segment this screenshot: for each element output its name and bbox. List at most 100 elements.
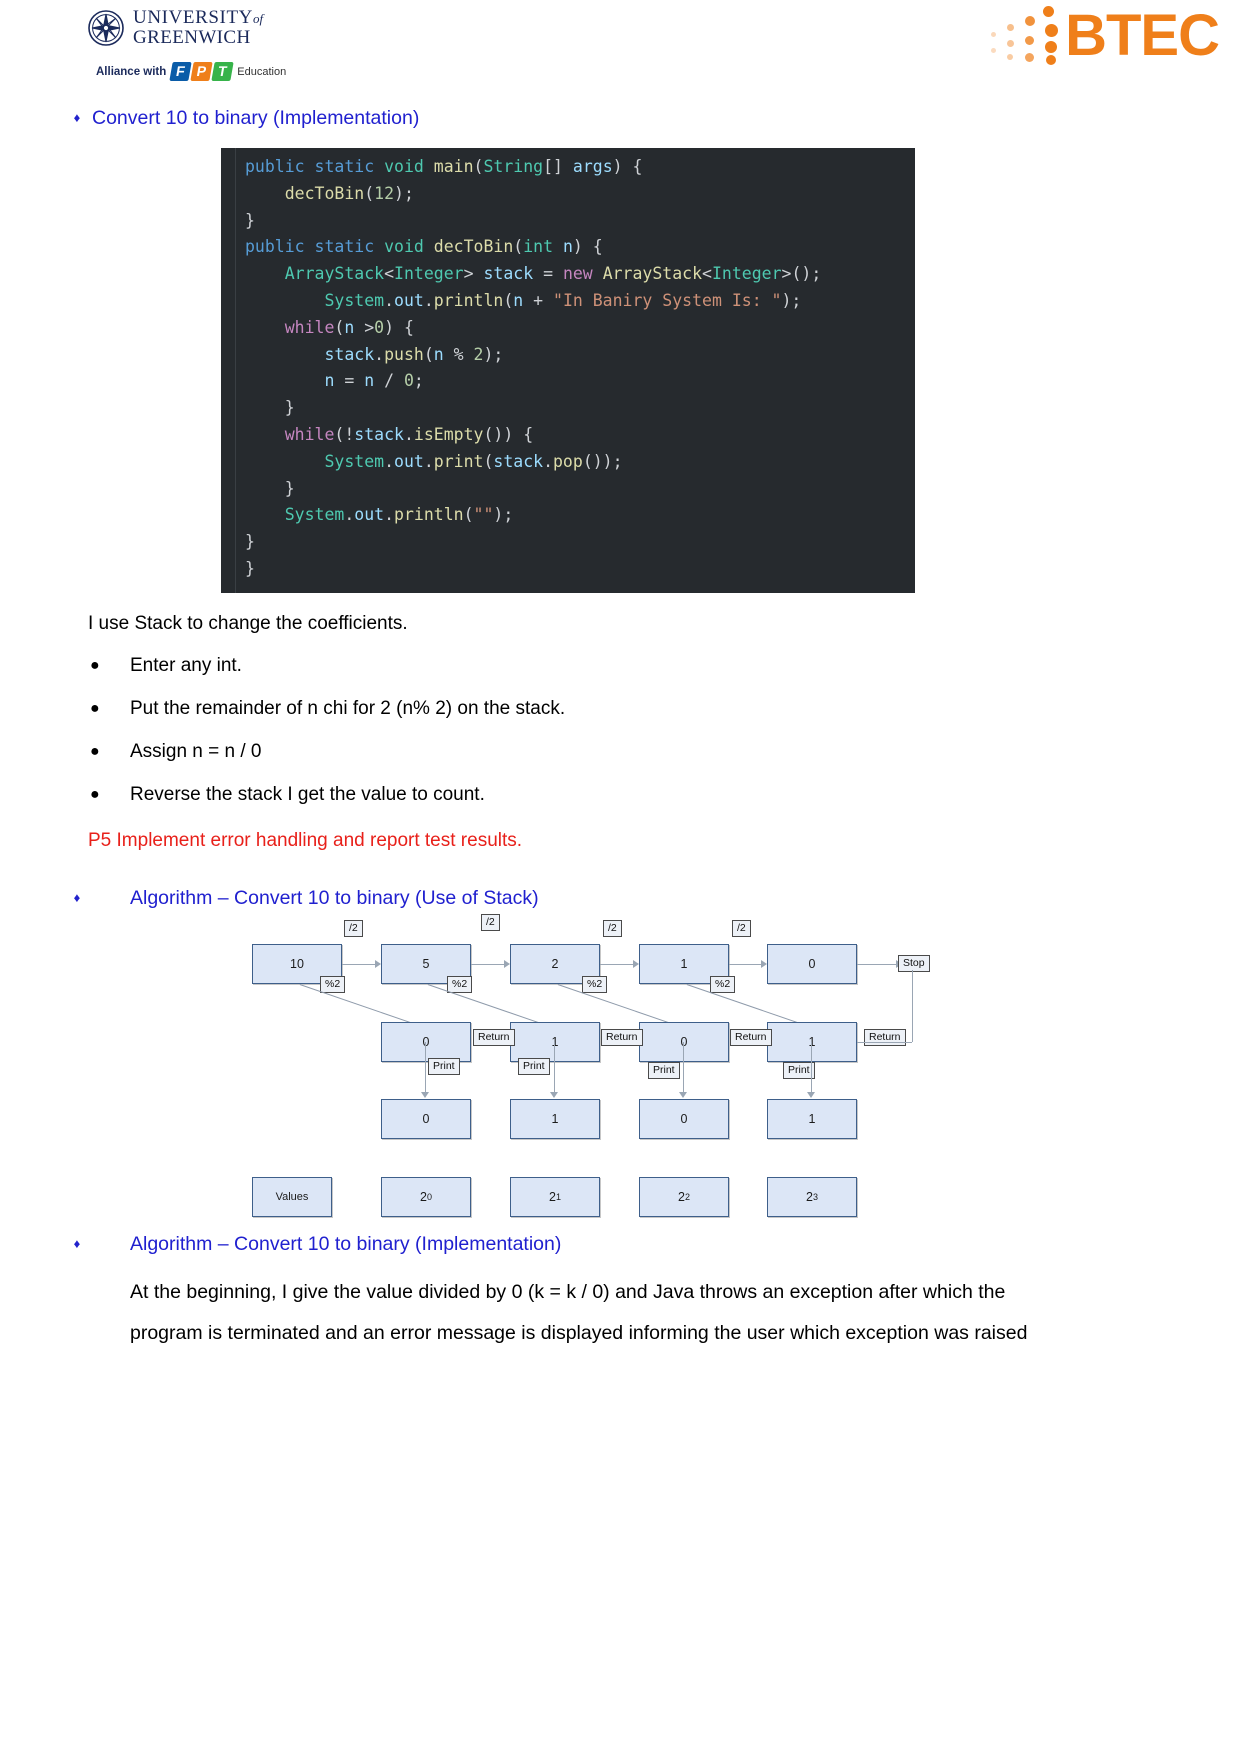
arrowhead-icon xyxy=(550,1091,558,1098)
arrow-print xyxy=(683,1041,684,1095)
university-of-greenwich-logo: UNIVERSITYof GREENWICH xyxy=(88,8,263,47)
btec-dots-icon xyxy=(981,4,1069,68)
remainder-node: 0 xyxy=(381,1021,471,1062)
arrow-print xyxy=(425,1041,426,1095)
power-base: 2 xyxy=(420,1189,427,1204)
divide-label: /2 xyxy=(481,913,500,931)
diamond-bullet-icon: ♦ xyxy=(73,110,81,125)
arrowhead-icon xyxy=(504,959,510,968)
arrow-return-vertical xyxy=(912,969,913,1042)
arrow-to-stop xyxy=(857,963,896,965)
divide-label: /2 xyxy=(344,919,363,937)
heading-algorithm-implementation: ♦ Algorithm – Convert 10 to binary (Impl… xyxy=(62,1232,1241,1256)
power-node: 21 xyxy=(510,1176,600,1217)
list-item: ● Put the remainder of n chi for 2 (n% 2… xyxy=(0,696,1241,722)
arrow-divide xyxy=(342,963,375,965)
heading-algorithm-implementation-label: Algorithm – Convert 10 to binary (Implem… xyxy=(130,1232,562,1255)
print-label: Print xyxy=(428,1057,460,1075)
printed-node: 0 xyxy=(639,1098,729,1139)
arrow-return xyxy=(892,1041,912,1043)
remainder-node: 0 xyxy=(639,1021,729,1062)
university-line2: GREENWICH xyxy=(133,27,251,48)
return-label: Return xyxy=(864,1028,906,1046)
power-exponent: 1 xyxy=(555,1191,561,1202)
power-exponent: 0 xyxy=(426,1191,432,1202)
list-item-label: Enter any int. xyxy=(130,654,242,676)
closing-paragraph: At the beginning, I give the value divid… xyxy=(130,1280,1028,1344)
btec-logo: BTEC xyxy=(981,3,1220,68)
intro-paragraph: I use Stack to change the coefficients. xyxy=(88,612,408,634)
round-bullet-icon: ● xyxy=(90,785,100,803)
diamond-bullet-icon: ♦ xyxy=(73,1235,81,1251)
arrowhead-icon xyxy=(679,1091,687,1098)
power-base: 2 xyxy=(678,1189,685,1204)
heading-convert-implementation-label: Convert 10 to binary (Implementation) xyxy=(92,107,420,129)
round-bullet-icon: ● xyxy=(90,742,100,760)
printed-node: 1 xyxy=(767,1098,857,1139)
arrow-divide xyxy=(471,963,504,965)
code-block: public static void main(String[] args) {… xyxy=(245,157,822,578)
diamond-bullet-icon: ♦ xyxy=(73,889,81,905)
heading-algorithm-stack-label: Algorithm – Convert 10 to binary (Use of… xyxy=(130,886,539,909)
university-of: of xyxy=(253,11,264,26)
fpt-mark: F P T xyxy=(169,62,234,81)
power-base: 2 xyxy=(549,1189,556,1204)
mod-label: %2 xyxy=(582,975,608,993)
code-gutter-rule xyxy=(235,148,236,593)
fpt-letter-t: T xyxy=(211,62,234,81)
fpt-letter-p: P xyxy=(190,62,213,81)
power-base: 2 xyxy=(806,1189,813,1204)
remainder-node: 1 xyxy=(510,1021,600,1062)
mod-label: %2 xyxy=(320,975,346,993)
btec-wordmark: BTEC xyxy=(1065,3,1220,68)
arrow-print xyxy=(811,1041,812,1095)
printed-node: 1 xyxy=(510,1098,600,1139)
return-label: Return xyxy=(601,1028,643,1046)
round-bullet-icon: ● xyxy=(90,699,100,717)
arrowhead-icon xyxy=(421,1091,429,1098)
print-label: Print xyxy=(518,1057,550,1075)
arrow-divide xyxy=(729,963,761,965)
document-page: UNIVERSITYof GREENWICH Alliance with F P… xyxy=(0,0,1241,1754)
arrow-return xyxy=(857,1041,892,1043)
divide-node: 0 xyxy=(767,943,857,984)
arrowhead-icon xyxy=(633,959,639,968)
list-item: ● Enter any int. xyxy=(0,653,1241,679)
divide-label: /2 xyxy=(732,919,751,937)
compass-rose-icon xyxy=(88,9,124,46)
heading-algorithm-stack: ♦ Algorithm – Convert 10 to binary (Use … xyxy=(62,886,1241,910)
arrow-print xyxy=(554,1041,555,1095)
stop-label: Stop xyxy=(898,954,930,972)
mod-label: %2 xyxy=(710,975,736,993)
fpt-alliance-logo: Alliance with F P T Education xyxy=(96,62,286,81)
list-item: ● Assign n = n / 0 xyxy=(0,739,1241,765)
arrowhead-icon xyxy=(761,959,767,968)
power-node: 20 xyxy=(381,1176,471,1217)
return-label: Return xyxy=(473,1028,515,1046)
remainder-node: 1 xyxy=(767,1021,857,1062)
values-header-node: Values xyxy=(252,1176,332,1217)
mod-label: %2 xyxy=(447,975,473,993)
steps-list: ● Enter any int. ● Put the remainder of … xyxy=(0,653,1241,808)
power-node: 22 xyxy=(639,1176,729,1217)
list-item-label: Assign n = n / 0 xyxy=(130,740,262,762)
page-header: UNIVERSITYof GREENWICH Alliance with F P… xyxy=(0,0,1241,92)
fpt-letter-f: F xyxy=(169,62,192,81)
alliance-text: Alliance with xyxy=(96,65,167,78)
fpt-education-text: Education xyxy=(237,65,287,78)
print-label: Print xyxy=(648,1061,680,1079)
return-label: Return xyxy=(730,1028,772,1046)
power-exponent: 3 xyxy=(812,1191,818,1202)
university-wordmark: UNIVERSITYof GREENWICH xyxy=(133,8,263,47)
list-item-label: Reverse the stack I get the value to cou… xyxy=(130,783,485,805)
power-exponent: 2 xyxy=(684,1191,690,1202)
list-item-label: Put the remainder of n chi for 2 (n% 2) … xyxy=(130,697,566,719)
power-node: 23 xyxy=(767,1176,857,1217)
university-line1: UNIVERSITY xyxy=(133,7,253,28)
p5-statement: P5 Implement error handling and report t… xyxy=(88,829,523,851)
heading-convert-implementation: ♦ Convert 10 to binary (Implementation) xyxy=(62,106,1241,130)
arrow-divide xyxy=(600,963,633,965)
list-item: ● Reverse the stack I get the value to c… xyxy=(0,782,1241,808)
arrowhead-icon xyxy=(375,959,381,968)
printed-node: 0 xyxy=(381,1098,471,1139)
